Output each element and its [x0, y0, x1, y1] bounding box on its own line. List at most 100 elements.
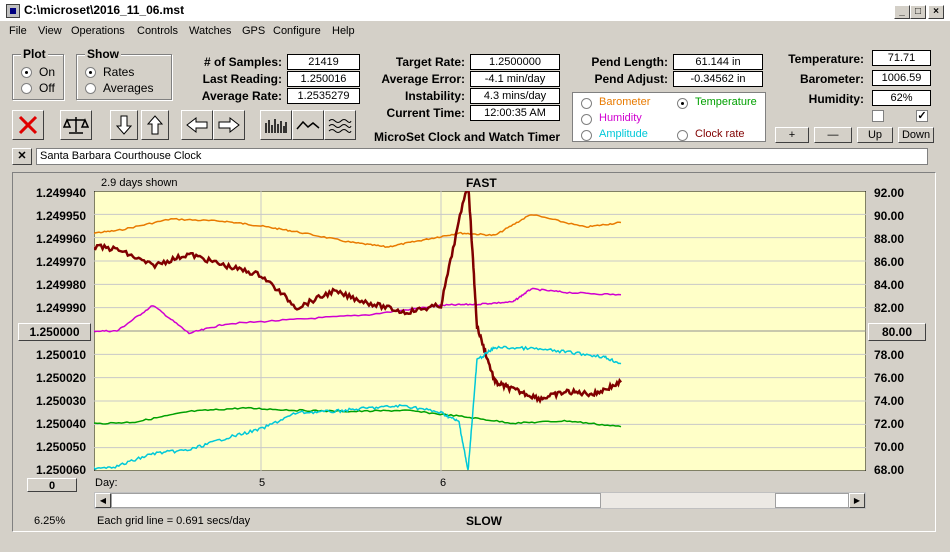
scale-minus-button[interactable]: —	[814, 127, 852, 143]
arrow-down-icon	[116, 115, 132, 135]
clock-rate-radio[interactable]	[677, 130, 688, 141]
menu-view[interactable]: View	[38, 25, 62, 37]
days-shown-label: 2.9 days shown	[101, 177, 178, 189]
scroll-right-button[interactable]: ▶	[849, 493, 865, 508]
menu-help[interactable]: Help	[332, 25, 355, 37]
menu-operations[interactable]: Operations	[71, 25, 125, 37]
barometer-label: Barometer:	[799, 72, 864, 86]
horizontal-scrollbar[interactable]: ◀ ▶	[94, 492, 866, 509]
average-rate-value: 1.2535279	[287, 88, 360, 104]
menu-configure[interactable]: Configure	[273, 25, 321, 37]
line-graph-button[interactable]	[292, 110, 324, 140]
minimize-button[interactable]: _	[894, 5, 910, 19]
right-tick-label: 86.00	[874, 255, 905, 269]
temperature-radio[interactable]	[677, 98, 688, 109]
right-tick-label: 82.00	[874, 301, 905, 315]
menu-file[interactable]: File	[9, 25, 27, 37]
show-group-title: Show	[85, 47, 121, 61]
fast-label: FAST	[466, 176, 497, 190]
clear-clock-button[interactable]: ✕	[12, 148, 32, 165]
balance-button[interactable]	[60, 110, 92, 140]
zero-button[interactable]: 0	[27, 478, 77, 492]
maximize-button[interactable]: □	[910, 5, 926, 19]
app-icon[interactable]	[6, 4, 20, 18]
center-rate-button[interactable]: 1.250000	[18, 323, 91, 341]
plot-off-label: Off	[39, 81, 55, 95]
show-rates-radio[interactable]	[85, 67, 96, 78]
clock-rate-option-label: Clock rate	[695, 128, 745, 140]
bar-graph-icon	[265, 119, 287, 133]
right-tick-label: 84.00	[874, 278, 905, 292]
grid-note: Each grid line = 0.691 secs/day	[97, 515, 251, 527]
window-title: C:\microset\2016_11_06.mst	[24, 3, 185, 17]
target-rate-value: 1.2500000	[470, 54, 560, 70]
left-tick-label: 1.249940	[35, 186, 86, 200]
last-reading-label: Last Reading:	[202, 72, 282, 86]
scroll-thumb[interactable]	[111, 493, 601, 508]
right-tick-label: 74.00	[874, 394, 905, 408]
instability-label: Instability:	[404, 89, 465, 103]
left-tick-label: 1.249960	[35, 232, 86, 246]
stop-button[interactable]	[12, 110, 44, 140]
percent-label: 6.25%	[34, 515, 66, 527]
average-rate-label: Average Rate:	[201, 89, 282, 103]
balance-scale-icon	[63, 117, 89, 134]
right-tick-label: 76.00	[874, 371, 905, 385]
plot-on-radio[interactable]	[21, 67, 32, 78]
plot-off-radio[interactable]	[21, 83, 32, 94]
day-tick-label: 5	[259, 477, 266, 489]
left-tick-label: 1.249990	[35, 301, 86, 315]
left-arrow-button[interactable]	[181, 110, 213, 140]
chart-plot-area	[94, 191, 866, 471]
scale-plus-button[interactable]: +	[775, 127, 809, 143]
clock-name-field[interactable]: Santa Barbara Courthouse Clock	[36, 148, 928, 165]
left-tick-label: 1.250050	[35, 440, 86, 454]
plot-on-label: On	[39, 65, 56, 79]
temperature-option-label: Temperature	[695, 96, 757, 108]
humidity-radio[interactable]	[581, 114, 592, 125]
scale-down-button[interactable]: Down	[898, 127, 934, 143]
scroll-track-end	[775, 493, 849, 508]
arrow-left-icon	[186, 116, 208, 134]
right-tick-label: 78.00	[874, 348, 905, 362]
plot-group: Plot On Off	[12, 47, 64, 100]
left-tick-label: 1.249970	[35, 255, 86, 269]
right-tick-label: 68.00	[874, 463, 905, 477]
scroll-left-button[interactable]: ◀	[95, 493, 111, 508]
barometer-radio[interactable]	[581, 98, 592, 109]
up-arrow-button[interactable]	[141, 110, 169, 140]
pend-adjust-label: Pend Adjust:	[594, 72, 668, 86]
left-tick-label: 1.249950	[35, 209, 86, 223]
down-arrow-button[interactable]	[110, 110, 138, 140]
plot-group-title: Plot	[21, 47, 48, 61]
arrow-up-icon	[147, 115, 163, 135]
show-rates-label: Rates	[103, 65, 135, 79]
left-tick-label: 1.250040	[35, 417, 86, 431]
show-averages-label: Averages	[103, 81, 154, 95]
menu-controls[interactable]: Controls	[137, 25, 178, 37]
show-averages-radio[interactable]	[85, 83, 96, 94]
day-tick-label: 6	[440, 477, 447, 489]
bar-graph-button[interactable]	[260, 110, 292, 140]
center-sensor-button[interactable]: 80.00	[868, 323, 926, 341]
close-button[interactable]: ×	[928, 5, 944, 19]
sensor-select-box: Barometer Temperature Humidity Amplitude…	[572, 92, 766, 142]
wave-graph-icon	[328, 119, 352, 133]
stop-x-icon	[18, 115, 38, 135]
left-tick-label: 1.249980	[35, 278, 86, 292]
day-label: Day:	[95, 477, 118, 489]
left-tick-label: 1.250030	[35, 394, 86, 408]
barometer-option-label: Barometer	[599, 96, 651, 108]
pend-length-value: 61.144 in	[673, 54, 763, 70]
menu-watches[interactable]: Watches	[189, 25, 231, 37]
pend-adjust-value: -0.34562 in	[673, 71, 763, 87]
left-tick-label: 1.250060	[35, 463, 86, 477]
checkbox-1[interactable]	[872, 110, 884, 122]
checkbox-2[interactable]: ✓	[916, 110, 928, 122]
amplitude-radio[interactable]	[581, 130, 592, 141]
scale-up-button[interactable]: Up	[857, 127, 893, 143]
barometer-value: 1006.59	[872, 70, 931, 86]
right-arrow-button[interactable]	[213, 110, 245, 140]
menu-gps[interactable]: GPS	[242, 25, 265, 37]
wave-graph-button[interactable]	[324, 110, 356, 140]
